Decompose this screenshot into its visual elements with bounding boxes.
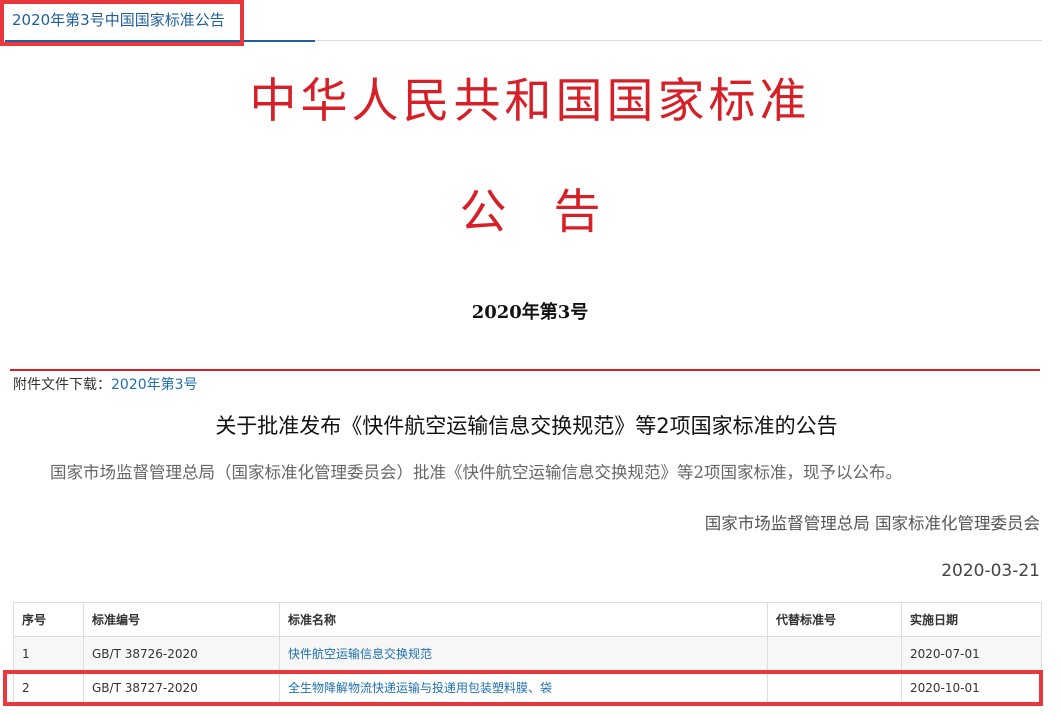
column-header-replaces: 代替标准号 — [767, 602, 902, 637]
document-heading: 中华人民共和国国家标准 — [249, 74, 811, 129]
announcement-date: 2020-03-21 — [941, 561, 1040, 581]
row-replaces — [767, 636, 902, 671]
row-code: GB/T 38727-2020 — [83, 670, 280, 705]
announcement-issuer: 国家市场监督管理总局 国家标准化管理委员会 — [704, 514, 1040, 533]
table-header-row: 序号 标准编号 标准名称 代替标准号 实施日期 — [13, 602, 1042, 637]
row-index: 2 — [13, 670, 84, 705]
row-replaces — [767, 670, 902, 705]
tab-highlight-box — [0, 0, 244, 46]
document-number: 2020年第3号 — [471, 302, 589, 323]
row-index: 1 — [13, 636, 84, 671]
row-name-link[interactable]: 快件航空运输信息交换规范 — [279, 636, 768, 671]
row-effective-date: 2020-10-01 — [901, 670, 1042, 705]
attachment-label: 附件文件下载： — [13, 377, 111, 393]
announcement-body: 国家市场监督管理总局（国家标准化管理委员会）批准《快件航空运输信息交换规范》等2… — [50, 463, 902, 482]
announcement-title: 关于批准发布《快件航空运输信息交换规范》等2项国家标准的公告 — [215, 414, 838, 438]
attachment-download-link[interactable]: 2020年第3号 — [111, 377, 198, 393]
column-header-code: 标准编号 — [83, 602, 280, 637]
row-code: GB/T 38726-2020 — [83, 636, 280, 671]
row-name-link[interactable]: 全生物降解物流快递运输与投递用包装塑料膜、袋 — [279, 670, 768, 705]
column-header-index: 序号 — [13, 602, 84, 637]
column-header-effective-date: 实施日期 — [901, 602, 1042, 637]
standards-table: 序号 标准编号 标准名称 代替标准号 实施日期 1 GB/T 38726-202… — [13, 602, 1042, 705]
table-row: 2 GB/T 38727-2020 全生物降解物流快递运输与投递用包装塑料膜、袋… — [13, 670, 1042, 705]
red-divider — [10, 369, 1040, 371]
attachment-row: 附件文件下载：2020年第3号 — [13, 374, 198, 394]
document-subheading: 公 告 — [459, 185, 601, 240]
table-row: 1 GB/T 38726-2020 快件航空运输信息交换规范 2020-07-0… — [13, 636, 1042, 671]
column-header-name: 标准名称 — [279, 602, 768, 637]
row-effective-date: 2020-07-01 — [901, 636, 1042, 671]
